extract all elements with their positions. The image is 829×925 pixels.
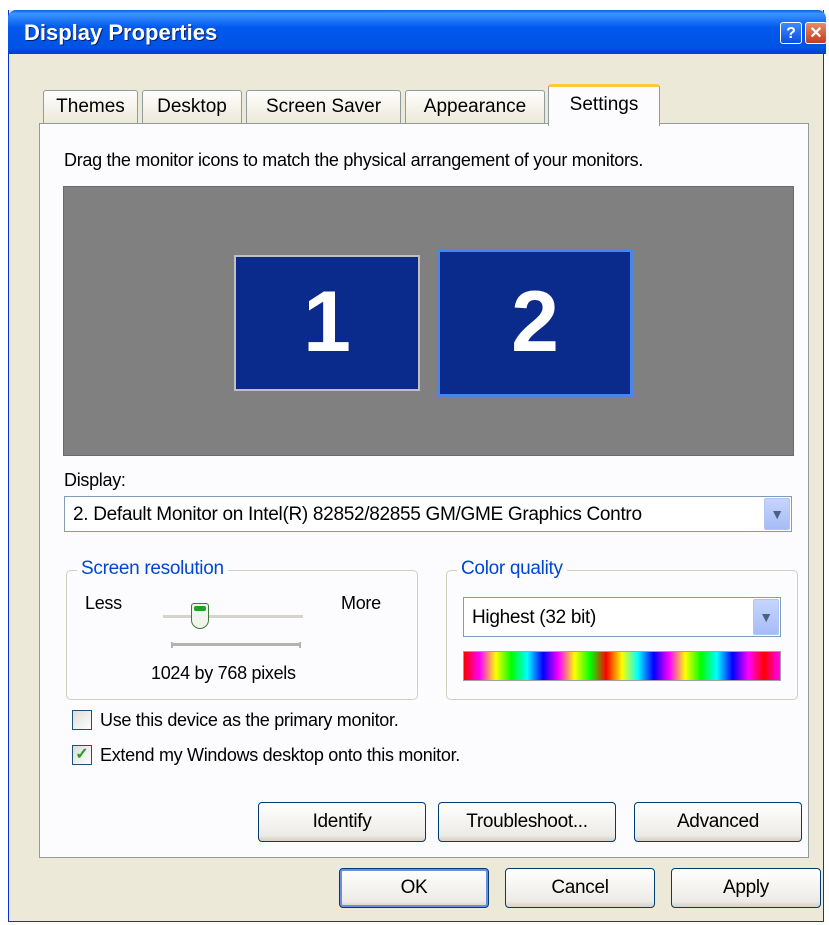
- cancel-button[interactable]: Cancel: [505, 868, 655, 908]
- tab-themes[interactable]: Themes: [43, 90, 138, 124]
- display-select-value: 2. Default Monitor on Intel(R) 82852/828…: [73, 504, 642, 525]
- tab-desktop[interactable]: Desktop: [142, 90, 242, 124]
- tab-screen-saver[interactable]: Screen Saver: [246, 90, 401, 124]
- resolution-slider-ticks: [171, 642, 301, 649]
- screen-resolution-title: Screen resolution: [77, 558, 228, 580]
- resolution-value: 1024 by 768 pixels: [151, 663, 296, 683]
- color-quality-select[interactable]: Highest (32 bit) ▼: [463, 597, 781, 637]
- extend-desktop-checkbox[interactable]: ✓: [72, 745, 92, 765]
- identify-button[interactable]: Identify: [258, 802, 426, 842]
- close-button[interactable]: ✕: [805, 22, 827, 44]
- primary-monitor-checkbox[interactable]: [72, 710, 92, 730]
- color-quality-group: Color quality Highest (32 bit) ▼: [446, 558, 798, 700]
- display-select[interactable]: 2. Default Monitor on Intel(R) 82852/828…: [64, 496, 792, 532]
- apply-button[interactable]: Apply: [671, 868, 821, 908]
- screen-resolution-group: Screen resolution Less More 1024 by 768 …: [66, 558, 418, 700]
- chevron-down-icon[interactable]: ▼: [764, 498, 790, 530]
- instruction-text: Drag the monitor icons to match the phys…: [64, 150, 644, 170]
- resolution-more-label: More: [341, 593, 381, 613]
- resolution-slider-thumb[interactable]: [191, 603, 209, 629]
- tab-appearance[interactable]: Appearance: [405, 90, 545, 124]
- settings-panel: Drag the monitor icons to match the phys…: [39, 123, 809, 858]
- color-spectrum-bar: [463, 651, 781, 681]
- ok-button[interactable]: OK: [339, 868, 489, 908]
- color-quality-title: Color quality: [457, 558, 567, 580]
- window-title: Display Properties: [24, 20, 218, 45]
- display-properties-window: Display Properties ? ✕ Themes Desktop Sc…: [8, 10, 827, 922]
- resolution-less-label: Less: [85, 593, 122, 613]
- monitor-arrangement-area: 1 2: [63, 186, 794, 456]
- chevron-down-icon[interactable]: ▼: [753, 599, 779, 635]
- tab-settings[interactable]: Settings: [548, 84, 660, 126]
- monitor-2-icon[interactable]: 2: [437, 249, 633, 397]
- extend-desktop-label[interactable]: Extend my Windows desktop onto this moni…: [100, 745, 460, 766]
- help-button[interactable]: ?: [780, 22, 802, 44]
- advanced-button[interactable]: Advanced: [634, 802, 802, 842]
- color-quality-value: Highest (32 bit): [472, 607, 597, 628]
- primary-monitor-label[interactable]: Use this device as the primary monitor.: [100, 710, 399, 731]
- title-bar[interactable]: Display Properties ? ✕: [8, 10, 827, 54]
- display-label: Display:: [64, 470, 126, 490]
- checkmark-icon: ✓: [75, 746, 89, 763]
- troubleshoot-button[interactable]: Troubleshoot...: [438, 802, 616, 842]
- resolution-slider-track[interactable]: [163, 615, 303, 619]
- monitor-1-icon[interactable]: 1: [234, 255, 420, 391]
